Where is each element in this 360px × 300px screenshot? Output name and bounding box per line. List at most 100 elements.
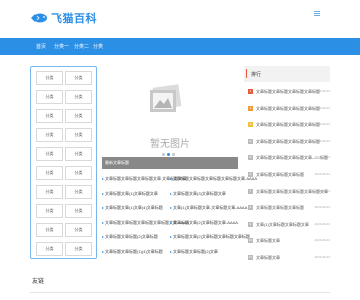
category-cell[interactable]: 分类 bbox=[36, 71, 63, 85]
bullet-icon: ▸ bbox=[102, 234, 105, 240]
rank-title: 文章标题文章标题文章标题 bbox=[256, 205, 304, 211]
rank-title: 文章标题文章标题文章标题文章标题 bbox=[256, 89, 320, 94]
category-cell[interactable]: 分类 bbox=[65, 109, 92, 123]
slider-caption[interactable]: 最新文章标题 bbox=[102, 157, 238, 169]
category-cell[interactable]: 分类 bbox=[36, 147, 63, 161]
article-title: 文章标题文章(2)文章标题文章-AAAA bbox=[173, 219, 238, 225]
rank-date: 2023-06-01 bbox=[314, 105, 330, 110]
article-link[interactable]: ▸文章标题文章标题(2)文章标题 bbox=[102, 234, 158, 240]
category-cell[interactable]: 分类 bbox=[65, 223, 92, 237]
article-title: 文章标题文章(1)文章(4)文章标题 bbox=[105, 205, 163, 211]
slider-dot[interactable] bbox=[162, 153, 165, 156]
category-cell[interactable]: 分类 bbox=[36, 223, 63, 237]
rank-date: 2023-06-01 bbox=[314, 188, 330, 193]
ranking-row[interactable]: 4 文章标题文章标题文章标题文章标题 2023-06-01 bbox=[248, 138, 330, 146]
rank-title: 文章标题文章标题文章标题 bbox=[256, 172, 304, 177]
image-placeholder-icon bbox=[150, 84, 182, 112]
rank-date: 2023-06-01 bbox=[314, 238, 330, 243]
friend-links-title: 友链 bbox=[32, 279, 45, 285]
site-logo[interactable]: 飞猫百科 bbox=[30, 9, 97, 27]
article-title: 文章标题文章(2)文章标题文章标题文章标题 bbox=[173, 234, 250, 240]
category-cell[interactable]: 分类 bbox=[36, 90, 63, 104]
nav-item-home[interactable]: 首页 bbox=[36, 43, 46, 50]
rank-date: 2023-06-01 bbox=[314, 155, 330, 160]
ranking-row[interactable]: 1 文章标题文章标题文章标题文章标题 2023-06-01 bbox=[248, 88, 330, 96]
article-link[interactable]: ▸文章标题文章标题文章标题文章标题文章-AAAA bbox=[170, 176, 257, 182]
category-cell[interactable]: 分类 bbox=[36, 185, 63, 199]
bullet-icon: ▸ bbox=[170, 205, 173, 211]
rank-date: 2023-06-01 bbox=[314, 255, 330, 259]
article-link[interactable]: ▸文章标题文章(2)文章标题文章标题文章标题 bbox=[170, 234, 250, 240]
category-cell[interactable]: 分类 bbox=[65, 242, 92, 256]
article-title: 文章标题文章标题(1)(4)文章标题 bbox=[105, 249, 163, 254]
bullet-icon: ▸ bbox=[170, 176, 173, 181]
ranking-title: 排行 bbox=[251, 72, 262, 78]
ranking-row[interactable]: 9 文章(1)文章标题文章标题文章 2023-06-01 bbox=[248, 221, 330, 229]
site-header: 飞猫百科 bbox=[0, 0, 360, 38]
rank-number-badge: 6 bbox=[248, 172, 253, 177]
slider-caption-text: 最新文章标题 bbox=[105, 160, 129, 165]
category-cell[interactable]: 分类 bbox=[65, 128, 92, 142]
bullet-icon: ▸ bbox=[102, 190, 105, 196]
ranking-row[interactable]: 3 文章标题文章标题文章标题文章标题 2023-06-01 bbox=[248, 121, 330, 129]
article-link[interactable]: ▸文章标题文章(1)文章(4)文章标题 bbox=[102, 205, 163, 211]
category-cell[interactable]: 分类 bbox=[65, 90, 92, 104]
nav-item-3[interactable]: 分类 bbox=[93, 43, 103, 50]
bullet-icon: ▸ bbox=[170, 190, 173, 196]
slider-dot-active[interactable] bbox=[167, 153, 170, 156]
bullet-icon: ▸ bbox=[102, 219, 105, 225]
rank-date: 2023-06-01 bbox=[314, 122, 330, 127]
ranking-row[interactable]: 8 文章标题文章标题文章标题 2023-06-01 bbox=[248, 204, 330, 212]
article-title: 文章(1)文章标题文章-文章标题文章-AAAA bbox=[173, 205, 248, 211]
image-slider[interactable]: 暂无图片 bbox=[102, 66, 238, 169]
ranking-row[interactable]: 7 文章标题文章标题文章标题文章标题文章 2023-06-01 bbox=[248, 188, 330, 196]
rank-number-badge: 3 bbox=[248, 122, 253, 128]
rank-title: 文章标题文章 bbox=[256, 255, 280, 260]
slider-dots[interactable] bbox=[162, 153, 175, 156]
category-cell[interactable]: 分类 bbox=[65, 185, 92, 199]
category-cell[interactable]: 分类 bbox=[36, 166, 63, 180]
ranking-row[interactable]: 6 文章标题文章标题文章标题 2023-06-01 bbox=[248, 171, 330, 179]
article-title: 文章标题文章标题(2)文章 bbox=[173, 249, 218, 254]
category-cell[interactable]: 分类 bbox=[36, 242, 63, 256]
category-cell[interactable]: 分类 bbox=[65, 166, 92, 180]
ranking-row[interactable]: 11 文章标题文章 2023-06-01 bbox=[248, 254, 330, 262]
placeholder-text: 暂无图片 bbox=[150, 139, 190, 150]
article-link[interactable]: ▸文章标题文章标题(2)文章 bbox=[170, 249, 218, 255]
fish-logo-icon bbox=[31, 13, 47, 23]
category-cell[interactable]: 分类 bbox=[65, 204, 92, 218]
ranking-row[interactable]: 2 文章标题文章标题文章标题文章标题 2023-06-01 bbox=[248, 105, 330, 113]
article-link[interactable]: ▸文章标题文章标题(1)(4)文章标题 bbox=[102, 249, 163, 255]
main-nav: 首页 分类一 分类二 分类 bbox=[0, 38, 360, 55]
article-link[interactable]: ▸文章标题文章(1)文章标题文章 bbox=[102, 191, 158, 197]
nav-item-1[interactable]: 分类一 bbox=[54, 43, 69, 50]
bullet-icon: ▸ bbox=[170, 234, 173, 240]
bullet-icon: ▸ bbox=[170, 219, 173, 225]
article-link[interactable]: ▸文章标题文章(3)文章标题文章 bbox=[170, 191, 226, 197]
footer-divider bbox=[30, 292, 330, 293]
category-cell[interactable]: 分类 bbox=[65, 71, 92, 85]
rank-number-badge: 4 bbox=[248, 138, 253, 144]
rank-number-badge: 8 bbox=[248, 205, 253, 211]
nav-item-2[interactable]: 分类二 bbox=[74, 43, 89, 50]
ranking-row[interactable]: 10 文章标题文章 2023-06-01 bbox=[248, 237, 330, 245]
category-cell[interactable]: 分类 bbox=[36, 109, 63, 123]
article-link[interactable]: ▸文章标题文章(2)文章标题文章-AAAA bbox=[170, 220, 238, 226]
bullet-icon: ▸ bbox=[170, 249, 173, 254]
rank-date: 2023-06-01 bbox=[314, 138, 330, 143]
menu-icon[interactable] bbox=[314, 11, 320, 16]
bullet-icon: ▸ bbox=[102, 249, 105, 254]
article-title: 文章标题文章标题文章标题文章标题文章-AAAA bbox=[173, 176, 258, 181]
ranking-header: 排行 bbox=[244, 66, 330, 82]
category-cell[interactable]: 分类 bbox=[36, 204, 63, 218]
rank-number-badge: 7 bbox=[248, 188, 253, 194]
category-cell[interactable]: 分类 bbox=[36, 128, 63, 142]
rank-date: 2023-06-01 bbox=[314, 89, 330, 93]
slider-dot[interactable] bbox=[172, 153, 175, 156]
article-link[interactable]: ▸文章(1)文章标题文章-文章标题文章-AAAA bbox=[170, 205, 247, 211]
logo-text: 飞猫百科 bbox=[51, 13, 97, 25]
rank-title: 文章(1)文章标题文章标题文章 bbox=[256, 221, 309, 227]
category-cell[interactable]: 分类 bbox=[65, 147, 92, 161]
rank-title: 文章标题文章标题文章标题文章标题 bbox=[256, 138, 320, 144]
ranking-row[interactable]: 5 文章标题文章标题文章标题文章——标题 2023-06-01 bbox=[248, 154, 330, 162]
